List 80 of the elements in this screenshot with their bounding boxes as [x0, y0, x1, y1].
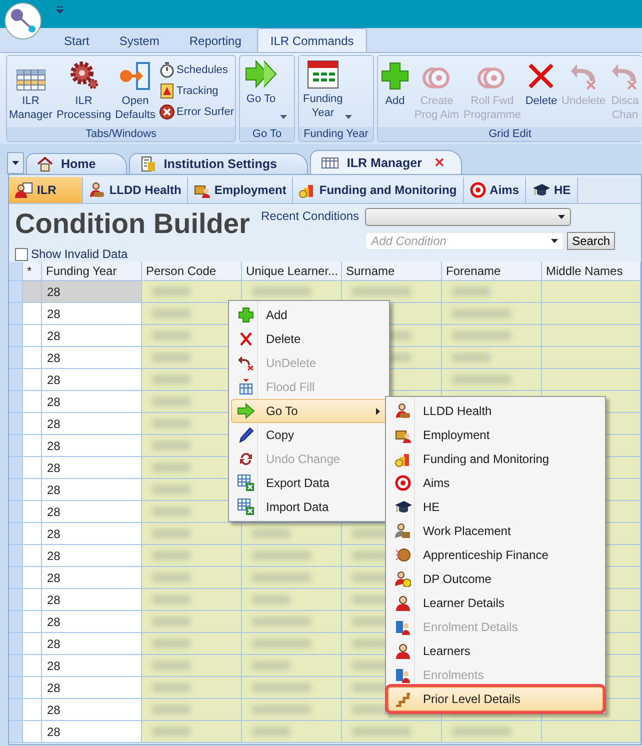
column-header[interactable]: *: [23, 262, 42, 281]
menu-item[interactable]: Apprenticeship Finance: [388, 543, 603, 567]
menu-item[interactable]: Learner Details: [388, 591, 603, 615]
table-cell: 28: [42, 655, 142, 677]
table-cell: 28: [42, 611, 142, 633]
menu-item[interactable]: Prior Level Details: [388, 687, 603, 711]
menu-item[interactable]: Work Placement: [388, 519, 603, 543]
ribbon-button[interactable]: Delete: [524, 58, 558, 127]
document-tab[interactable]: Institution Settings: [128, 153, 308, 174]
show-invalid-checkbox[interactable]: Show Invalid Data: [15, 247, 255, 261]
section-tab[interactable]: ILR: [9, 177, 84, 203]
group-label: Go To: [240, 127, 294, 141]
menu-item[interactable]: Go To: [231, 399, 387, 423]
column-header[interactable]: Surname: [342, 262, 442, 281]
search-button[interactable]: Search: [567, 232, 616, 250]
ribbon-button[interactable]: Tracking: [158, 82, 234, 100]
menu-item[interactable]: Funding and Monitoring: [388, 447, 603, 471]
column-header[interactable]: Person Code: [142, 262, 242, 281]
ribbon-split-button[interactable]: Funding Year: [300, 58, 355, 127]
table-cell: 28: [42, 413, 142, 435]
table-cell: 28: [42, 325, 142, 347]
column-header[interactable]: Middle Names: [542, 262, 641, 281]
ribbon-button[interactable]: ILR Processing: [56, 58, 112, 127]
menu-item[interactable]: Learners: [388, 639, 603, 663]
table-cell: 28: [42, 391, 142, 413]
table-cell: 28: [42, 721, 142, 743]
menu-item[interactable]: Add: [231, 303, 387, 327]
ribbon-button[interactable]: Error Surfer: [158, 103, 234, 121]
ribbon-split-button[interactable]: Go To: [241, 58, 290, 127]
table-cell: 28: [42, 281, 142, 303]
menu-item[interactable]: Copy: [231, 423, 387, 447]
page-title: Condition Builder: [15, 208, 251, 241]
column-header[interactable]: Unique Learner...: [242, 262, 342, 281]
table-cell: 28: [42, 589, 142, 611]
menu-item[interactable]: DP Outcome: [388, 567, 603, 591]
table-cell: 28: [42, 501, 142, 523]
menu-item[interactable]: Employment: [388, 423, 603, 447]
ribbon-tab[interactable]: ILR Commands: [257, 28, 367, 52]
menu-item[interactable]: Export Data: [231, 471, 387, 495]
ribbon-tab[interactable]: System: [105, 29, 174, 52]
ribbon-button[interactable]: ILR Manager: [8, 58, 54, 127]
table-cell: 28: [42, 699, 142, 721]
section-tab[interactable]: Funding and Monitoring: [293, 177, 464, 203]
ribbon-button[interactable]: Schedules: [158, 61, 234, 79]
ribbon-tab[interactable]: Start: [50, 29, 104, 52]
section-tab[interactable]: Aims: [464, 177, 526, 203]
field-label: Recent Conditions: [261, 209, 360, 225]
group-label: Grid Edit: [378, 127, 642, 141]
tab-label: Home: [61, 157, 96, 171]
group-label: Funding Year: [299, 127, 373, 141]
menu-item[interactable]: Import Data: [231, 495, 387, 519]
table-cell: 28: [42, 457, 142, 479]
table-cell: 28: [42, 303, 142, 325]
tab-label: Institution Settings: [164, 157, 277, 171]
table-cell: 28: [42, 545, 142, 567]
table-cell: 28: [42, 523, 142, 545]
ribbon-tab[interactable]: Reporting: [175, 29, 256, 52]
section-tab[interactable]: HE: [526, 177, 578, 203]
menu-item[interactable]: HE: [388, 495, 603, 519]
ribbon-button[interactable]: Add: [379, 58, 411, 127]
table-cell: 28: [42, 369, 142, 391]
table-cell: 28: [42, 677, 142, 699]
table-cell: 28: [42, 633, 142, 655]
document-tab[interactable]: ILR Manager ✕: [310, 150, 462, 174]
table-cell: 28: [42, 479, 142, 501]
close-icon[interactable]: ✕: [434, 155, 445, 170]
menu-item[interactable]: Delete: [231, 327, 387, 351]
ribbon-button[interactable]: Open Defaults: [114, 58, 156, 127]
column-header[interactable]: Funding Year: [42, 262, 142, 281]
group-label: Tabs/Windows: [7, 127, 235, 141]
menu-item[interactable]: LLDD Health: [388, 399, 603, 423]
section-tab[interactable]: LLDD Health: [83, 177, 188, 203]
menu-item[interactable]: Aims: [388, 471, 603, 495]
document-tab[interactable]: Home: [26, 153, 127, 174]
tab-label: ILR Manager: [346, 156, 422, 170]
table-cell: 28: [42, 347, 142, 369]
column-header[interactable]: Forename: [442, 262, 542, 281]
section-tab[interactable]: Employment: [188, 177, 294, 203]
table-cell: 28: [42, 435, 142, 457]
table-cell: 28: [42, 567, 142, 589]
